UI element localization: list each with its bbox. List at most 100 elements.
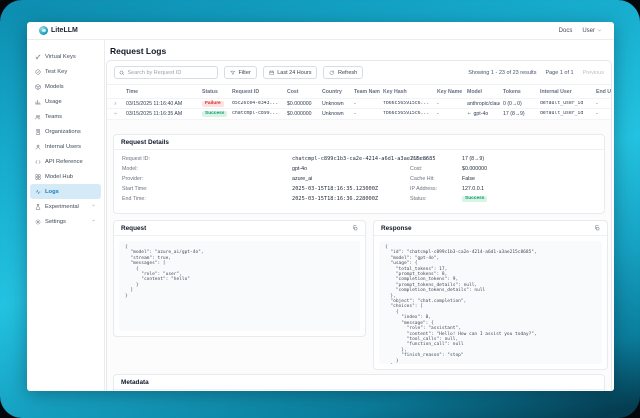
sidebar-item-models[interactable]: Models [30, 79, 101, 94]
sidebar-item-label: Models [45, 84, 64, 90]
sidebar-item-label: API Reference [45, 159, 83, 165]
copy-request-button[interactable] [352, 225, 358, 231]
column-header-internal-user: Internal User [537, 89, 593, 95]
user-menu-label: User [582, 28, 595, 34]
sidebar-item-label: Organizations [45, 129, 81, 135]
cell-team-name: - [351, 111, 380, 117]
ip-address-value: 127.0.0.1 [462, 186, 484, 192]
provider-value: azure_ai [292, 176, 312, 182]
sidebar-item-usage[interactable]: Usage [30, 94, 101, 109]
previous-page-button[interactable]: Previous [583, 70, 604, 76]
sidebar-item-logs[interactable]: Logs [30, 184, 101, 199]
building-icon [35, 129, 41, 135]
key-icon [35, 54, 41, 60]
search-icon [119, 70, 125, 76]
sidebar-item-label: Settings [45, 219, 66, 225]
code-icon [35, 159, 41, 165]
cost-label: Cost: [410, 166, 422, 172]
presentation-frame: LiteLLM Docs User Virtual Keys Test Ke [0, 0, 640, 418]
docs-link[interactable]: Docs [559, 28, 573, 34]
cell-country: Unknown [319, 101, 351, 107]
metadata-panel: Metadata [113, 374, 605, 391]
status-badge: Success [202, 111, 227, 117]
collapse-row-button[interactable] [107, 111, 123, 116]
refresh-icon [329, 70, 335, 76]
status-badge: Failure [202, 101, 224, 107]
page-title: Request Logs [110, 46, 166, 56]
filter-button[interactable]: Filter [224, 66, 257, 79]
chevron-down-icon [91, 218, 96, 223]
status-label: Status: [410, 196, 427, 202]
search-input[interactable] [128, 70, 214, 76]
table-row[interactable]: 03/15/2025 11:16:40 AM Failure d5c26ce4-… [107, 98, 611, 108]
cell-team-name: - [351, 101, 380, 107]
cell-key-name: - [434, 111, 464, 117]
time-range-button[interactable]: Last 24 Hours [263, 66, 318, 79]
cell-internal-user: default_user_id [537, 111, 593, 116]
cell-status: Failure [199, 100, 229, 107]
filter-icon [230, 70, 236, 76]
chevron-right-icon [113, 101, 118, 106]
expanded-row-detail: Request Details Request ID: chatcmpl-c89… [107, 119, 611, 391]
copy-icon [594, 225, 600, 231]
table-row[interactable]: 03/15/2025 11:16:35 AM Success chatcmpl-… [107, 108, 611, 118]
column-header-time: Time [123, 89, 199, 95]
cube-icon [35, 84, 41, 90]
column-header-country: Country [319, 89, 351, 95]
cell-model: anthropic/claude-... [464, 101, 500, 107]
refresh-button[interactable]: Refresh [323, 66, 363, 79]
sidebar-item-api-reference[interactable]: API Reference [30, 154, 101, 169]
copy-response-button[interactable] [594, 225, 600, 231]
column-header-cost: Cost [284, 89, 319, 95]
user-menu[interactable]: User [582, 28, 602, 34]
sidebar-item-settings[interactable]: Settings [30, 214, 101, 229]
metadata-panel-title: Metadata [121, 379, 149, 386]
status-badge: Success [462, 196, 487, 202]
request-panel: Request { "model": "azure_ai/gpt-4o", "s… [113, 220, 366, 337]
column-header-key-hash: Key Hash [380, 89, 434, 95]
column-header-request-id: Request ID [229, 89, 284, 95]
sidebar-item-test-key[interactable]: Test Key [30, 64, 101, 79]
sidebar-item-label: Usage [45, 99, 62, 105]
cell-key-name: - [434, 101, 464, 107]
time-range-label: Last 24 Hours [277, 70, 311, 76]
cell-key-hash: fb66c565915c6... [380, 111, 434, 116]
cell-tokens: 17 (8→9) [500, 111, 537, 117]
request-panel-title: Request [121, 225, 146, 232]
sidebar-item-model-hub[interactable]: Model Hub [30, 169, 101, 184]
sidebar-item-internal-users[interactable]: Internal Users [30, 139, 101, 154]
cell-status: Success [199, 110, 229, 117]
status-value: Success [462, 195, 487, 202]
request-code-box[interactable]: { "model": "azure_ai/gpt-4o", "stream": … [119, 241, 360, 331]
sidebar-item-organizations[interactable]: Organizations [30, 124, 101, 139]
sidebar-item-virtual-keys[interactable]: Virtual Keys [30, 49, 101, 64]
filter-button-label: Filter [239, 70, 251, 76]
logs-toolbar: Filter Last 24 Hours Refresh Showing 1 -… [107, 61, 611, 85]
check-circle-icon [35, 69, 41, 75]
table-header-row: Time Status Request ID Cost Country Team… [107, 85, 611, 98]
column-header-team-name: Team Name [351, 89, 380, 95]
results-summary: Showing 1 - 23 of 23 results [468, 70, 536, 76]
top-navbar: LiteLLM Docs User [27, 22, 614, 40]
search-box[interactable] [114, 66, 218, 79]
cell-end-user: - [593, 111, 611, 117]
response-code-box[interactable]: { "id": "chatcmpl-c899c1b3-ca2e-4214-a6d… [379, 241, 602, 364]
cost-value: $0.000000 [462, 166, 487, 172]
response-json: { "id": "chatcmpl-c899c1b3-ca2e-4214-a6d… [385, 245, 596, 364]
column-header-end-user: End User [593, 89, 611, 95]
response-panel-title: Response [381, 225, 412, 232]
litellm-logo[interactable]: LiteLLM [39, 26, 78, 35]
cell-request-id: chatcmpl-c899... [229, 111, 284, 116]
sidebar-item-experimental[interactable]: Experimental [30, 199, 101, 214]
expand-row-button[interactable] [107, 101, 123, 106]
copy-icon [352, 225, 358, 231]
sidebar-item-label: Model Hub [45, 174, 73, 180]
column-header-key-name: Key Name [434, 89, 464, 95]
chevron-down-icon [113, 111, 118, 116]
bar-chart-icon [35, 99, 41, 105]
calendar-icon [269, 70, 275, 76]
logs-card: Filter Last 24 Hours Refresh Showing 1 -… [106, 60, 612, 391]
cell-country: Unknown [319, 111, 351, 117]
sidebar-item-teams[interactable]: Teams [30, 109, 101, 124]
column-header-tokens: Tokens [500, 89, 537, 95]
